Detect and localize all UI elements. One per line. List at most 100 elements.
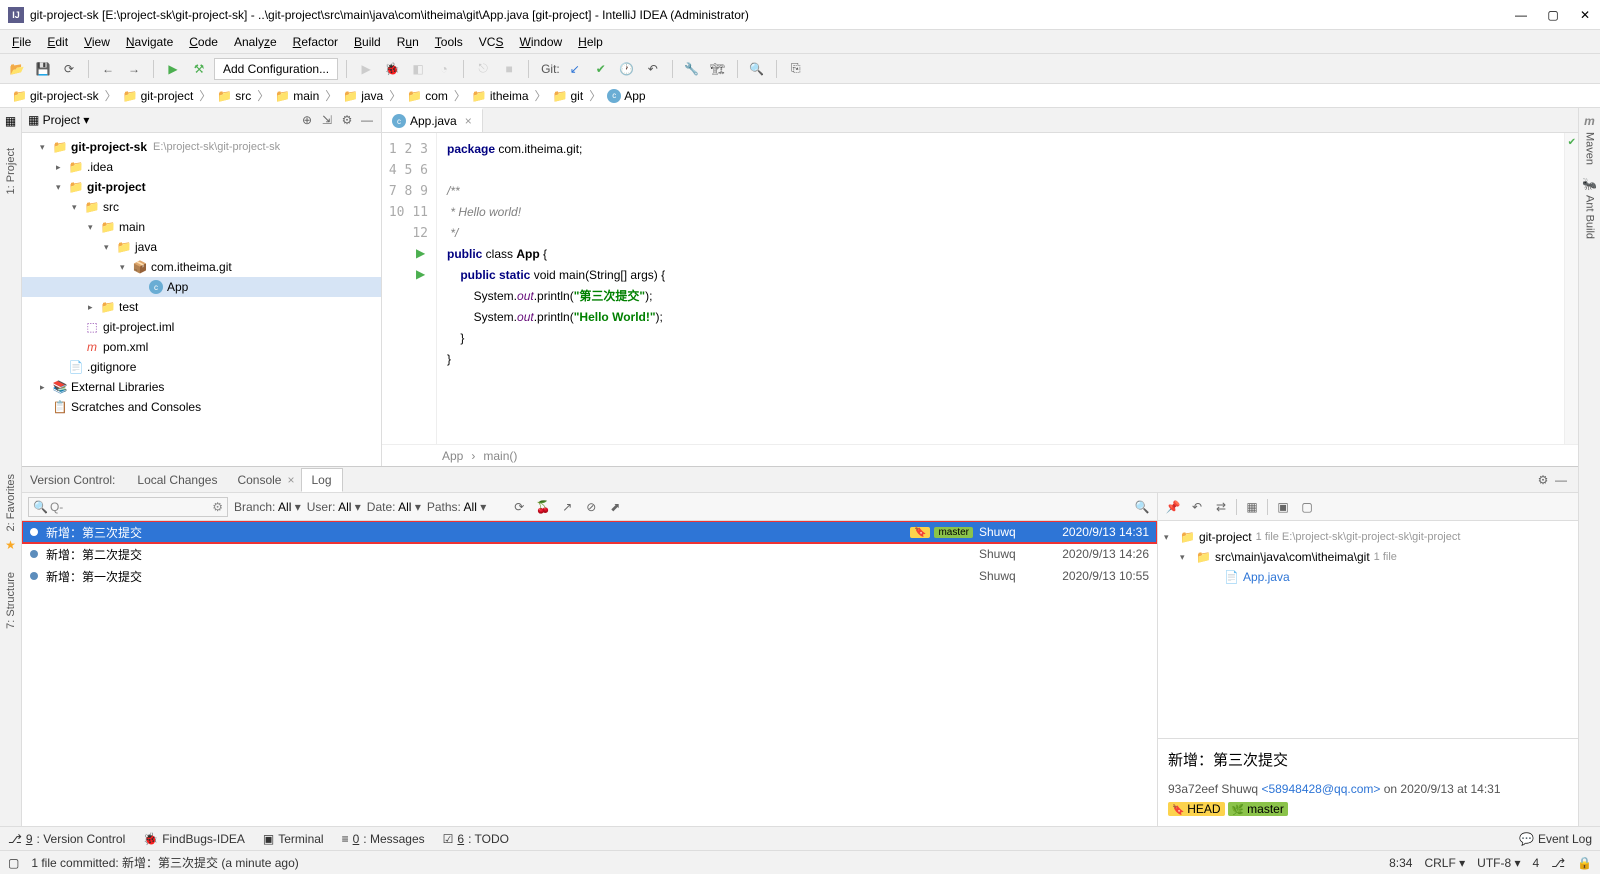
goto-icon[interactable]: ↗ bbox=[558, 500, 576, 514]
menu-vcs[interactable]: VCS bbox=[471, 32, 512, 52]
tool-todo[interactable]: ☑6: TODO bbox=[443, 832, 509, 846]
search-icon[interactable]: 🔍 bbox=[746, 58, 768, 80]
exit-icon[interactable]: ⎘ bbox=[785, 58, 807, 80]
bc-src[interactable]: 📁src bbox=[211, 89, 257, 103]
indent[interactable]: 4 bbox=[1533, 856, 1540, 870]
tree-test[interactable]: ▸📁test bbox=[22, 297, 381, 317]
tree-idea[interactable]: ▸📁.idea bbox=[22, 157, 381, 177]
editor-tab-app[interactable]: c App.java × bbox=[382, 108, 483, 132]
vcs-gear-icon[interactable]: ⚙ bbox=[1534, 473, 1552, 487]
menu-refactor[interactable]: Refactor bbox=[285, 32, 346, 52]
menu-tools[interactable]: Tools bbox=[427, 32, 471, 52]
menu-code[interactable]: Code bbox=[181, 32, 226, 52]
ft-path[interactable]: ▾📁src\main\java\com\itheima\git1 file bbox=[1164, 547, 1572, 567]
run-gutter-icon[interactable]: ▶ bbox=[416, 264, 425, 285]
filter-date[interactable]: Date: All ▾ bbox=[367, 500, 421, 514]
bc-main[interactable]: 📁main bbox=[269, 89, 325, 103]
star-icon[interactable]: ★ bbox=[5, 538, 16, 552]
minimize-button[interactable]: — bbox=[1514, 8, 1528, 22]
line-sep[interactable]: CRLF ▾ bbox=[1424, 856, 1465, 870]
cherry-pick-icon[interactable]: 🍒 bbox=[534, 500, 552, 514]
profile-icon[interactable]: ◔ bbox=[433, 58, 455, 80]
git-branch-status[interactable]: ⎇ bbox=[1551, 856, 1565, 870]
editor-scrollbar[interactable]: ✔ bbox=[1564, 133, 1578, 444]
hammer-icon[interactable]: ⚒ bbox=[188, 58, 210, 80]
changed-files-tree[interactable]: ▾📁git-project1 file E:\project-sk\git-pr… bbox=[1158, 521, 1578, 738]
tree-ext[interactable]: ▸📚External Libraries bbox=[22, 377, 381, 397]
vcs-revert-icon[interactable]: ↶ bbox=[642, 58, 664, 80]
bc-com[interactable]: 📁com bbox=[401, 89, 454, 103]
maximize-button[interactable]: ▢ bbox=[1546, 8, 1560, 22]
tool-messages[interactable]: ≡0: Messages bbox=[342, 832, 425, 846]
tree-pkg[interactable]: ▾📦com.itheima.git bbox=[22, 257, 381, 277]
console-close-icon[interactable]: × bbox=[287, 473, 294, 487]
tab-local-changes[interactable]: Local Changes bbox=[127, 469, 227, 491]
log-search-input[interactable]: 🔍Q-⚙ bbox=[28, 497, 228, 517]
menu-help[interactable]: Help bbox=[570, 32, 611, 52]
tree-iml[interactable]: ⬚git-project.iml bbox=[22, 317, 381, 337]
vcs-commit-icon[interactable]: ✔ bbox=[590, 58, 612, 80]
tree-root[interactable]: ▾📁git-project-skE:\project-sk\git-projec… bbox=[22, 137, 381, 157]
tree-src[interactable]: ▾📁src bbox=[22, 197, 381, 217]
side-structure[interactable]: 7: Structure bbox=[5, 572, 17, 629]
vcs-hide-icon[interactable]: — bbox=[1552, 473, 1570, 487]
filter-user[interactable]: User: All ▾ bbox=[307, 500, 361, 514]
pin-icon[interactable]: 📌 bbox=[1164, 500, 1182, 514]
log-row[interactable]: 新增：第三次提交 🔖 master Shuwq 2020/9/13 14:31 bbox=[22, 521, 1157, 543]
code-area[interactable]: package com.itheima.git; /** * Hello wor… bbox=[437, 133, 1564, 444]
forward-icon[interactable]: → bbox=[123, 58, 145, 80]
menu-window[interactable]: Window bbox=[511, 32, 570, 52]
debug-icon[interactable]: 🐞 bbox=[381, 58, 403, 80]
bc-app[interactable]: cApp bbox=[601, 89, 651, 103]
tool-terminal[interactable]: ▣Terminal bbox=[263, 832, 324, 846]
bc-root[interactable]: 📁git-project-sk bbox=[6, 89, 105, 103]
menu-run[interactable]: Run bbox=[389, 32, 427, 52]
project-dropdown[interactable]: ▦ Project ▾ bbox=[28, 113, 89, 127]
stop-icon[interactable]: ■ bbox=[498, 58, 520, 80]
tab-console[interactable]: Console bbox=[227, 469, 291, 491]
save-icon[interactable]: 💾 bbox=[32, 58, 54, 80]
vcs-update-icon[interactable]: ↙ bbox=[564, 58, 586, 80]
crumb-class[interactable]: App bbox=[442, 449, 463, 463]
status-icon[interactable]: ▢ bbox=[8, 856, 19, 870]
refresh-icon[interactable]: ⟳ bbox=[510, 500, 528, 514]
bc-itheima[interactable]: 📁itheima bbox=[466, 89, 535, 103]
crumb-method[interactable]: main() bbox=[483, 449, 517, 463]
ant-icon[interactable]: 🐜 bbox=[1582, 177, 1597, 191]
vcs-history-icon[interactable]: 🕐 bbox=[616, 58, 638, 80]
tab-log[interactable]: Log bbox=[301, 468, 343, 492]
close-tab-icon[interactable]: × bbox=[465, 114, 472, 128]
side-project[interactable]: 1: Project bbox=[5, 148, 17, 194]
open-new-icon[interactable]: ⬈ bbox=[606, 500, 624, 514]
run-icon[interactable]: ▶ bbox=[355, 58, 377, 80]
undo-icon[interactable]: ↶ bbox=[1188, 500, 1206, 514]
tree-gitignore[interactable]: 📄.gitignore bbox=[22, 357, 381, 377]
tree-scratch[interactable]: 📋Scratches and Consoles bbox=[22, 397, 381, 417]
run-gutter-icon[interactable]: ▶ bbox=[416, 243, 425, 264]
diff-icon[interactable]: ⇄ bbox=[1212, 500, 1230, 514]
project-tree[interactable]: ▾📁git-project-skE:\project-sk\git-projec… bbox=[22, 133, 381, 466]
menu-analyze[interactable]: Analyze bbox=[226, 32, 285, 52]
collapse-icon[interactable]: ⇲ bbox=[319, 113, 335, 127]
close-button[interactable]: ✕ bbox=[1578, 8, 1592, 22]
log-list[interactable]: 新增：第三次提交 🔖 master Shuwq 2020/9/13 14:31 … bbox=[22, 521, 1157, 826]
log-row[interactable]: 新增：第一次提交 Shuwq 2020/9/13 10:55 bbox=[22, 565, 1157, 587]
expand-icon[interactable]: ▣ bbox=[1274, 500, 1292, 514]
maven-icon[interactable]: m bbox=[1584, 114, 1595, 128]
ft-root[interactable]: ▾📁git-project1 file E:\project-sk\git-pr… bbox=[1164, 527, 1572, 547]
side-favorites[interactable]: 2: Favorites bbox=[5, 474, 17, 531]
run-config-icon[interactable]: ▶ bbox=[162, 58, 184, 80]
menu-view[interactable]: View bbox=[76, 32, 118, 52]
tree-java[interactable]: ▾📁java bbox=[22, 237, 381, 257]
email-link[interactable]: <58948428@qq.com> bbox=[1261, 782, 1380, 796]
tree-app[interactable]: cApp bbox=[22, 277, 381, 297]
menu-navigate[interactable]: Navigate bbox=[118, 32, 181, 52]
editor-body[interactable]: 1 2 3 4 5 6 7 8 9 10 11 12 ▶ ▶ package c… bbox=[382, 133, 1578, 444]
filter-paths[interactable]: Paths: All ▾ bbox=[427, 500, 486, 514]
caret-position[interactable]: 8:34 bbox=[1389, 856, 1412, 870]
wrench-icon[interactable]: 🔧 bbox=[681, 58, 703, 80]
lock-icon[interactable]: 🔒 bbox=[1577, 856, 1592, 870]
attach-icon[interactable]: ⎋ bbox=[472, 58, 494, 80]
hide-icon[interactable]: — bbox=[359, 113, 375, 127]
menu-edit[interactable]: Edit bbox=[39, 32, 76, 52]
